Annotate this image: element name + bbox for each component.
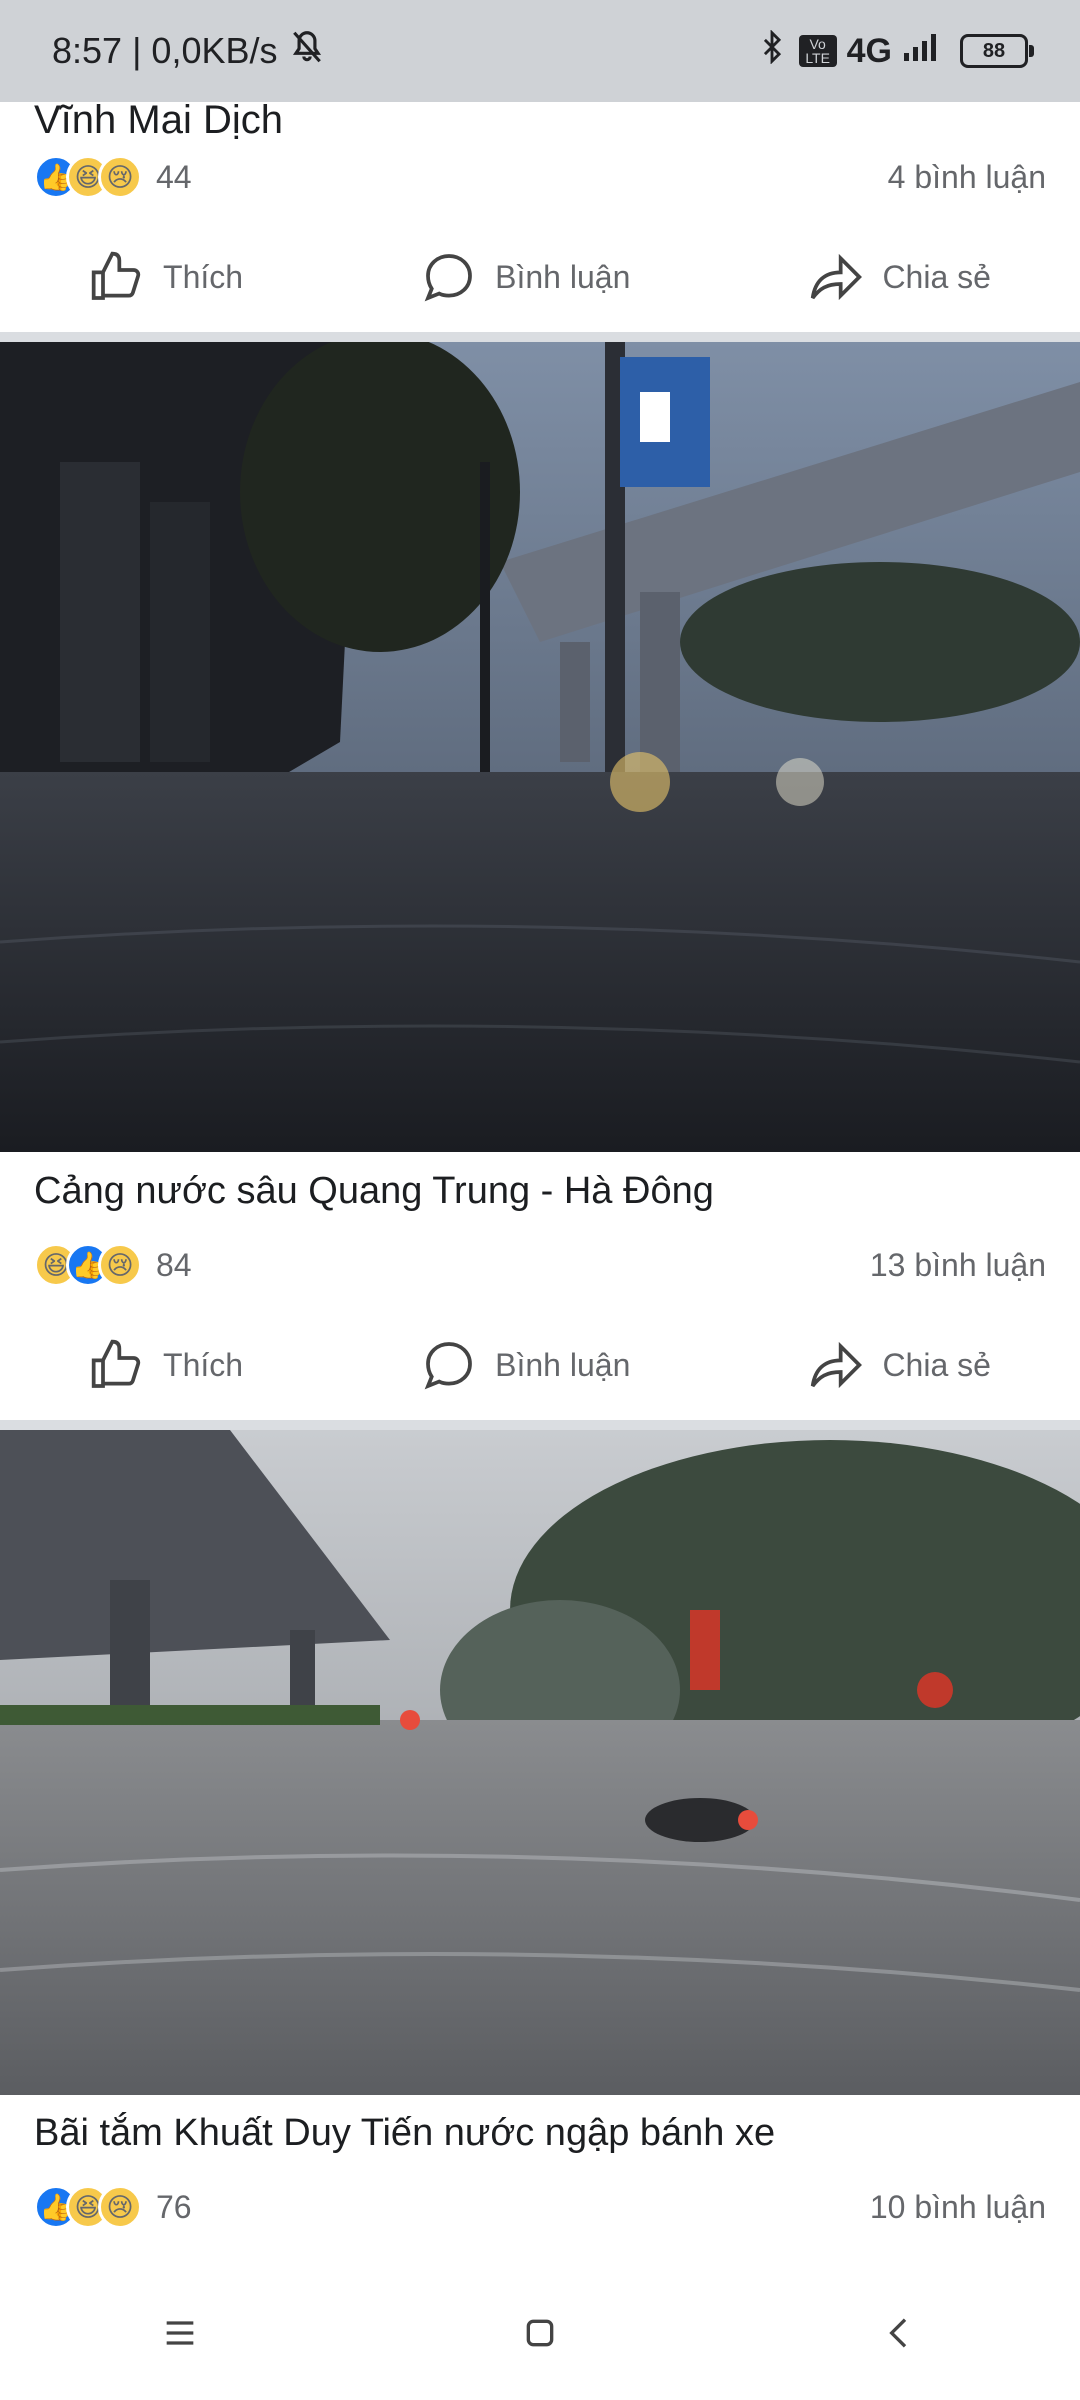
post-divider <box>0 1420 1080 1430</box>
post-photo[interactable] <box>0 1430 1080 2095</box>
menu-icon[interactable] <box>160 2313 200 2358</box>
comment-button[interactable]: Bình luận <box>421 1337 630 1393</box>
reaction-count: 44 <box>156 158 192 195</box>
status-time-speed: 8:57 | 0,0KB/s <box>52 30 278 71</box>
back-icon[interactable] <box>880 2313 920 2358</box>
post-divider <box>0 332 1080 342</box>
status-bar: 8:57 | 0,0KB/s Vo LTE 4G 88 <box>0 0 1080 102</box>
post-title: Cảng nước sâu Quang Trung - Hà Đông <box>34 1170 714 1212</box>
sad-reaction-icon: 😢 <box>98 2185 142 2229</box>
reactions-row[interactable]: 👍 😆 😢 76 10 bình luận <box>34 2182 1046 2232</box>
share-icon <box>811 1341 863 1389</box>
comment-count[interactable]: 10 bình luận <box>870 2189 1046 2226</box>
share-button[interactable]: Chia sẻ <box>808 249 991 305</box>
mute-icon <box>288 28 326 75</box>
share-icon <box>811 253 863 301</box>
like-button[interactable]: Thích <box>89 1337 243 1393</box>
post-title: Bãi tắm Khuất Duy Tiến nước ngập bánh xe <box>34 2112 776 2154</box>
system-nav-bar <box>0 2270 1080 2400</box>
comment-count[interactable]: 4 bình luận <box>888 159 1046 196</box>
post-actions: Thích Bình luận Chia sẻ <box>0 232 1080 322</box>
share-button[interactable]: Chia sẻ <box>808 1337 991 1393</box>
like-button[interactable]: Thích <box>89 249 243 305</box>
post-actions: Thích Bình luận Chia sẻ <box>0 1320 1080 1410</box>
battery-icon: 88 <box>960 34 1034 68</box>
reactions-row[interactable]: 👍 😆 😢 44 4 bình luận <box>34 152 1046 202</box>
like-label: Thích <box>163 258 244 295</box>
comment-count[interactable]: 13 bình luận <box>870 1247 1046 1284</box>
sad-reaction-icon: 😢 <box>98 155 142 199</box>
bluetooth-icon <box>755 28 789 73</box>
comment-icon <box>424 254 473 302</box>
reaction-count: 84 <box>156 1246 192 1283</box>
like-label: Thích <box>163 1346 244 1383</box>
comment-label: Bình luận <box>495 258 631 295</box>
battery-level: 88 <box>982 39 1006 62</box>
like-icon <box>91 251 141 300</box>
share-label: Chia sẻ <box>882 258 991 295</box>
signal-icon <box>902 30 942 72</box>
post-photo[interactable] <box>0 342 1080 1152</box>
network-type: 4G <box>846 31 892 70</box>
comment-icon <box>424 1342 473 1390</box>
post-title: Vĩnh Mai Dịch <box>34 98 283 142</box>
comment-label: Bình luận <box>495 1346 631 1383</box>
reactions-row[interactable]: 😆 👍 😢 84 13 bình luận <box>34 1240 1046 1290</box>
share-label: Chia sẻ <box>882 1346 991 1383</box>
like-icon <box>91 1339 141 1388</box>
home-icon[interactable] <box>520 2313 560 2358</box>
reaction-count: 76 <box>156 2188 192 2225</box>
comment-button[interactable]: Bình luận <box>421 249 630 305</box>
sad-reaction-icon: 😢 <box>98 1243 142 1287</box>
volte-badge: Vo LTE <box>798 35 837 67</box>
